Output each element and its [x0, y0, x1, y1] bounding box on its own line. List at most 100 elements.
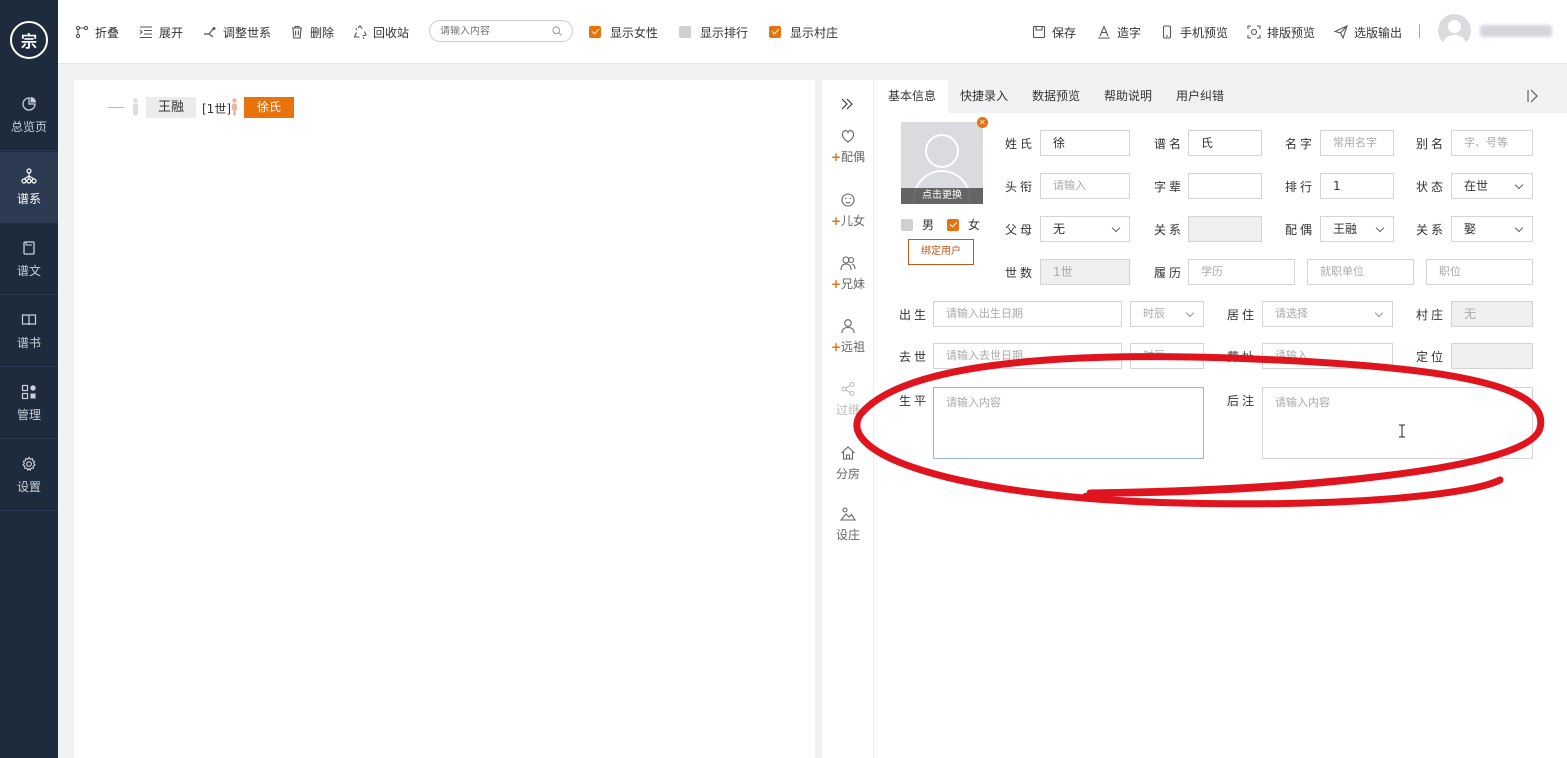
- delete-button[interactable]: 删除: [290, 22, 334, 42]
- collapse-panel-icon[interactable]: [1527, 89, 1539, 103]
- status-select[interactable]: 在世: [1451, 173, 1533, 199]
- search-icon[interactable]: [552, 26, 562, 36]
- tree-node-root[interactable]: 王融: [146, 97, 196, 118]
- show-female-checkbox[interactable]: 显示女性: [589, 22, 658, 42]
- avatar-head-shape: [925, 134, 959, 168]
- sidebar-item-book[interactable]: 谱书: [0, 296, 58, 367]
- male-label: 男: [922, 218, 935, 232]
- surname-label: 姓氏: [1005, 137, 1036, 151]
- sidebar-item-label: 谱书: [16, 335, 41, 350]
- sidebar-item-overview[interactable]: 总览页: [0, 80, 58, 151]
- rank-field[interactable]: 1: [1320, 173, 1394, 199]
- title-field[interactable]: 请输入: [1040, 173, 1130, 199]
- gen-field[interactable]: 1世: [1040, 259, 1130, 285]
- tree-node-spouse[interactable]: 徐氏: [244, 97, 294, 118]
- save-icon: [1032, 25, 1046, 39]
- adopt-button[interactable]: 过继: [822, 381, 874, 418]
- birth-date-field[interactable]: 请输入出生日期: [933, 301, 1122, 327]
- adjust-generation-button[interactable]: 调整世系: [203, 22, 271, 42]
- locate-field[interactable]: [1451, 343, 1533, 369]
- set-village-button[interactable]: 设庄: [822, 506, 874, 543]
- share-icon: [841, 381, 855, 397]
- death-time-select[interactable]: 时辰: [1130, 343, 1204, 369]
- spouse-select[interactable]: 王融: [1320, 216, 1394, 242]
- double-chevron-right-icon[interactable]: [841, 98, 853, 110]
- alias-field[interactable]: 字、号等: [1451, 130, 1533, 156]
- parent-label: 父母: [1005, 223, 1036, 237]
- add-spouse-button[interactable]: +配偶: [822, 128, 874, 165]
- sidebar-item-text[interactable]: 谱文: [0, 224, 58, 295]
- live-label: 居住: [1227, 308, 1258, 322]
- scan-icon: [1247, 25, 1261, 39]
- sidebar-item-settings[interactable]: 设置: [0, 440, 58, 511]
- branch-house-button[interactable]: 分房: [822, 445, 874, 482]
- death-date-field[interactable]: 请输入去世日期: [933, 343, 1122, 369]
- make-char-button[interactable]: 造字: [1097, 22, 1141, 42]
- tab-user-correction[interactable]: 用户纠错: [1164, 80, 1236, 113]
- tab-help[interactable]: 帮助说明: [1092, 80, 1164, 113]
- education-field[interactable]: 学历: [1188, 259, 1295, 285]
- search-input[interactable]: [440, 25, 552, 37]
- note-textarea[interactable]: 请输入内容: [1262, 387, 1533, 459]
- tab-data-preview[interactable]: 数据预览: [1020, 80, 1092, 113]
- tab-quick-entry[interactable]: 快捷录入: [948, 80, 1020, 113]
- zibei-field[interactable]: [1188, 173, 1262, 199]
- landscape-icon: [840, 507, 856, 521]
- bind-user-button[interactable]: 绑定用户: [908, 239, 974, 265]
- add-ancestor-button[interactable]: +远祖: [822, 318, 874, 355]
- remove-photo-icon[interactable]: ✕: [977, 117, 988, 128]
- given-name-field[interactable]: 常用名字: [1320, 130, 1394, 156]
- sidebar-item-manage[interactable]: 管理: [0, 368, 58, 439]
- live-select[interactable]: 请选择: [1262, 301, 1393, 327]
- recycle-bin-button[interactable]: 回收站: [353, 22, 409, 42]
- tree-canvas[interactable]: 王融 [1世] 徐氏: [74, 80, 815, 758]
- logo-mark: 宗: [10, 21, 48, 59]
- show-village-checkbox[interactable]: 显示村庄: [769, 22, 838, 42]
- app-logo[interactable]: 宗: [0, 0, 58, 80]
- village-field[interactable]: 无: [1451, 301, 1533, 327]
- quick-label: 分房: [835, 467, 860, 481]
- fold-button[interactable]: 折叠: [75, 22, 119, 42]
- tab-basic-info[interactable]: 基本信息: [876, 80, 948, 113]
- tab-bar: 基本信息 快捷录入 数据预览 帮助说明 用户纠错: [876, 80, 1567, 113]
- checkbox-checked-icon: [947, 218, 959, 231]
- spouse-label: 配偶: [1285, 223, 1316, 237]
- mobile-preview-button[interactable]: 手机预览: [1160, 22, 1228, 42]
- user-avatar[interactable]: [1438, 14, 1471, 47]
- expand-button[interactable]: 展开: [139, 22, 183, 42]
- pu-name-field[interactable]: 氏: [1188, 130, 1262, 156]
- gear-icon: [22, 456, 36, 471]
- birth-time-select[interactable]: 时辰: [1130, 301, 1204, 327]
- add-sibling-button[interactable]: +兄妹: [822, 255, 874, 292]
- siblings-icon: [840, 256, 856, 271]
- plus-sign: +: [830, 150, 842, 164]
- employer-field[interactable]: 就职单位: [1307, 259, 1414, 285]
- gender-female-checkbox[interactable]: 女: [947, 216, 980, 233]
- change-photo-label[interactable]: 点击更换: [901, 188, 983, 204]
- spouse-icon: [841, 129, 855, 143]
- plus-sign: +: [830, 340, 842, 354]
- life-textarea[interactable]: 请输入内容: [933, 387, 1204, 459]
- sidebar-item-label: 谱系: [16, 191, 41, 206]
- parent-select[interactable]: 无: [1040, 216, 1130, 242]
- layout-preview-button[interactable]: 排版预览: [1247, 22, 1315, 42]
- sidebar-item-lineage[interactable]: 谱系: [0, 152, 58, 223]
- relation-field[interactable]: [1188, 216, 1262, 242]
- avatar-photo[interactable]: 点击更换: [901, 122, 983, 204]
- export-button[interactable]: 选版输出: [1334, 22, 1402, 42]
- relation2-select[interactable]: 娶: [1451, 216, 1533, 242]
- username-redacted[interactable]: [1480, 25, 1552, 37]
- add-child-button[interactable]: +儿女: [822, 192, 874, 229]
- show-rank-checkbox[interactable]: 显示排行: [679, 22, 748, 42]
- fold-icon: [75, 25, 89, 39]
- search-box: [429, 20, 573, 42]
- position-field[interactable]: 职位: [1426, 259, 1533, 285]
- alias-label: 别名: [1416, 137, 1447, 151]
- burial-field[interactable]: 请输入: [1262, 343, 1393, 369]
- detail-panel: +配偶 +儿女 +兄妹 +远祖 过继 分房 设庄 基本信息 快捷录入 数据预览 …: [822, 80, 1567, 758]
- zibei-label: 字辈: [1154, 180, 1185, 194]
- surname-field[interactable]: 徐: [1040, 130, 1130, 156]
- gender-male-checkbox[interactable]: 男: [901, 216, 934, 233]
- tree-connector: [108, 107, 124, 108]
- save-button[interactable]: 保存: [1032, 22, 1076, 42]
